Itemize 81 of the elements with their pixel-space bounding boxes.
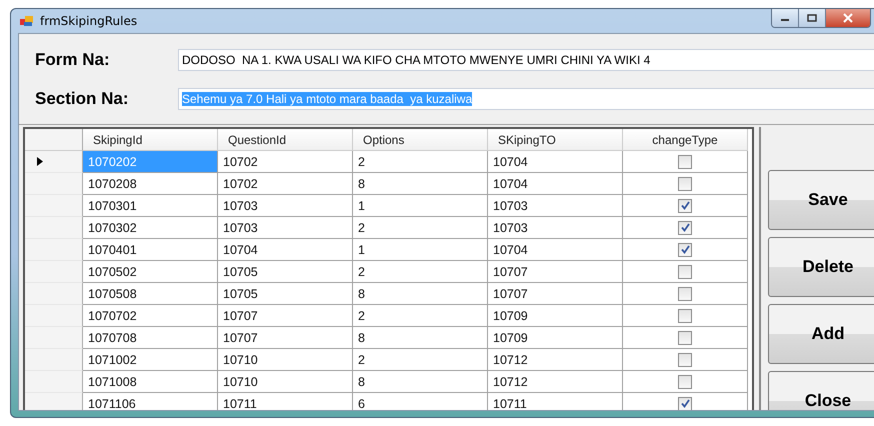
table-cell: 10705 <box>218 283 353 305</box>
table-cell: 10711 <box>218 393 353 410</box>
checkbox[interactable] <box>678 286 692 300</box>
table-cell: 6 <box>353 393 488 410</box>
table-cell: 2 <box>353 261 488 283</box>
current-row-icon <box>37 157 43 166</box>
table-cell: 10703 <box>488 217 623 239</box>
action-button[interactable]: Add <box>768 304 874 364</box>
table-cell: 8 <box>353 371 488 393</box>
table-cell: 1071002 <box>83 349 218 371</box>
checkbox[interactable] <box>678 352 692 366</box>
table-cell: 10709 <box>488 327 623 349</box>
table-cell: 1071008 <box>83 371 218 393</box>
table-cell: 1070502 <box>83 261 218 283</box>
table-cell: 10703 <box>218 217 353 239</box>
table-cell: 10712 <box>488 371 623 393</box>
action-button[interactable]: Close <box>768 371 874 410</box>
action-button[interactable]: Save <box>768 170 874 230</box>
close-icon <box>842 13 854 23</box>
table-cell: 1070301 <box>83 195 218 217</box>
checkbox[interactable] <box>678 396 692 410</box>
table-cell: 10710 <box>218 371 353 393</box>
table-cell: 10711 <box>488 393 623 410</box>
column-header[interactable]: SKipingTO <box>488 129 623 151</box>
table-cell: 2 <box>353 349 488 371</box>
table-cell: 10707 <box>218 305 353 327</box>
table-cell: 10704 <box>218 239 353 261</box>
table-cell: 1 <box>353 195 488 217</box>
checkbox[interactable] <box>678 176 692 190</box>
table-cell: 10703 <box>218 195 353 217</box>
checkbox[interactable] <box>678 154 692 168</box>
row-header[interactable] <box>25 151 83 173</box>
table-cell: 1070708 <box>83 327 218 349</box>
table-cell: 10707 <box>218 327 353 349</box>
table-cell: 10704 <box>488 151 623 173</box>
column-header[interactable]: SkipingId <box>83 129 218 151</box>
table-cell: 10712 <box>488 349 623 371</box>
table-cell: 10702 <box>218 151 353 173</box>
table-cell: 2 <box>353 305 488 327</box>
minimize-button[interactable] <box>772 9 799 27</box>
column-header[interactable]: QuestionId <box>218 129 353 151</box>
table-cell: 10705 <box>218 261 353 283</box>
table-cell: 10703 <box>488 195 623 217</box>
column-header[interactable]: Options <box>353 129 488 151</box>
table-cell: 2 <box>353 151 488 173</box>
table-cell: 1070702 <box>83 305 218 327</box>
maximize-icon <box>807 14 817 22</box>
checkbox[interactable] <box>678 242 692 256</box>
form-label: Form Na: <box>35 50 111 70</box>
table-cell: 10707 <box>488 283 623 305</box>
table-cell: 2 <box>353 217 488 239</box>
table-cell: 8 <box>353 283 488 305</box>
action-button[interactable]: Delete <box>768 237 874 297</box>
table-cell: 10707 <box>488 261 623 283</box>
table-cell: 8 <box>353 173 488 195</box>
table-cell: 10709 <box>488 305 623 327</box>
checkbox[interactable] <box>678 198 692 212</box>
table-cell: 1 <box>353 239 488 261</box>
table-cell: 10702 <box>218 173 353 195</box>
table-cell: 10704 <box>488 239 623 261</box>
table-cell: 1070508 <box>83 283 218 305</box>
table-cell: 10704 <box>488 173 623 195</box>
checkbox[interactable] <box>678 374 692 388</box>
table-cell: 10710 <box>218 349 353 371</box>
maximize-button[interactable] <box>799 9 826 27</box>
table-cell: 1070401 <box>83 239 218 261</box>
app-icon <box>20 15 34 27</box>
checkbox[interactable] <box>678 220 692 234</box>
table-cell: 1071106 <box>83 393 218 410</box>
window-title: frmSkipingRules <box>40 14 138 28</box>
checkbox[interactable] <box>678 330 692 344</box>
table-cell: 1070202 <box>83 151 218 173</box>
table-cell: 1070302 <box>83 217 218 239</box>
table-cell: 8 <box>353 327 488 349</box>
section-label: Section Na: <box>35 88 130 108</box>
checkbox[interactable] <box>678 308 692 322</box>
close-button[interactable] <box>826 9 870 27</box>
column-header[interactable]: changeType <box>623 129 748 151</box>
table-cell: 1070208 <box>83 173 218 195</box>
form-name-field[interactable]: DODOSO NA 1. KWA USALI WA KIFO CHA MTOTO MWENYE UMRI CHINI YA WIKI 4 <box>178 48 874 70</box>
checkbox[interactable] <box>678 264 692 278</box>
